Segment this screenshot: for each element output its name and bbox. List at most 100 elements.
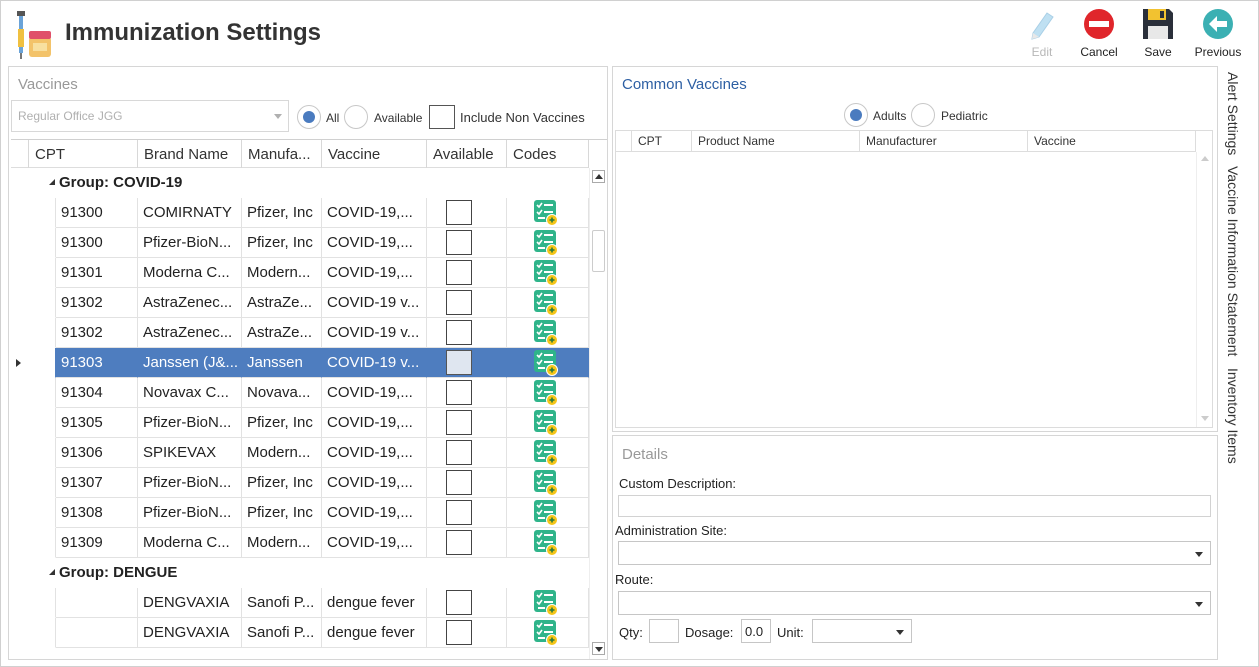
collapse-triangle-icon[interactable] [49,569,55,575]
cell-brand-name: Moderna C... [138,258,242,288]
col-common-vaccine[interactable]: Vaccine [1028,131,1196,152]
table-row[interactable]: DENGVAXIA Sanofi P... dengue fever [11,588,589,618]
grid-header: CPT Brand Name Manufa... Vaccine Availab… [11,140,589,168]
previous-button[interactable]: Previous [1190,7,1246,63]
cell-cpt: 91300 [56,228,138,258]
table-row[interactable]: 91304 Novavax C... Novava... COVID-19,... [11,378,589,408]
codes-checklist-icon[interactable] [534,440,558,466]
collapse-triangle-icon[interactable] [49,179,55,185]
col-vaccine[interactable]: Vaccine [322,140,427,168]
radio-available-label: Available [374,111,423,125]
table-row[interactable]: 91302 AstraZenec... AstraZe... COVID-19 v..… [11,288,589,318]
codes-checklist-icon[interactable] [534,380,558,406]
codes-checklist-icon[interactable] [534,590,558,616]
col-available[interactable]: Available [427,140,507,168]
codes-checklist-icon[interactable] [534,410,558,436]
col-manufacturer[interactable]: Manufa... [242,140,322,168]
dosage-label: Dosage: [685,625,734,640]
available-checkbox[interactable] [446,410,472,435]
available-checkbox[interactable] [446,200,472,225]
table-row[interactable]: 91305 Pfizer-BioN... Pfizer, Inc COVID-19,.… [11,408,589,438]
codes-checklist-icon[interactable] [534,620,558,646]
unit-select[interactable] [812,619,912,643]
col-cpt[interactable]: CPT [29,140,138,168]
group-row[interactable]: Group: DENGUE [11,558,589,588]
codes-checklist-icon[interactable] [534,470,558,496]
administration-site-select[interactable] [618,541,1211,565]
codes-checklist-icon[interactable] [534,500,558,526]
codes-checklist-icon[interactable] [534,260,558,286]
col-codes[interactable]: Codes [507,140,589,168]
cell-vaccine: COVID-19 v... [322,348,427,378]
available-checkbox[interactable] [446,500,472,525]
available-checkbox[interactable] [446,290,472,315]
table-row[interactable]: 91300 COMIRNATY Pfizer, Inc COVID-19,... [11,198,589,228]
cell-manufacturer: Modern... [242,258,322,288]
col-product-name[interactable]: Product Name [692,131,860,152]
edit-button[interactable]: Edit [1014,7,1070,63]
tab-inventory-items[interactable]: Inventory Items [1225,368,1241,464]
table-row[interactable]: 91303 Janssen (J&... Janssen COVID-19 v... [11,348,589,378]
radio-all[interactable] [297,105,321,129]
codes-checklist-icon[interactable] [534,530,558,556]
cancel-icon [1084,9,1114,39]
scroll-up-icon[interactable] [1201,156,1209,161]
codes-checklist-icon[interactable] [534,200,558,226]
codes-checklist-icon[interactable] [534,290,558,316]
cell-manufacturer: AstraZe... [242,288,322,318]
vaccines-scrollbar[interactable] [589,168,607,659]
office-select-value: Regular Office JGG [18,109,123,123]
cell-vaccine: COVID-19,... [322,198,427,228]
table-row[interactable]: DENGVAXIA Sanofi P... dengue fever [11,618,589,648]
scroll-down-icon[interactable] [1201,416,1209,421]
table-row[interactable]: 91306 SPIKEVAX Modern... COVID-19,... [11,438,589,468]
table-row[interactable]: 91309 Moderna C... Modern... COVID-19,... [11,528,589,558]
available-checkbox[interactable] [446,440,472,465]
available-checkbox[interactable] [446,260,472,285]
route-select[interactable] [618,591,1211,615]
available-checkbox[interactable] [446,350,472,375]
table-row[interactable]: 91300 Pfizer-BioN... Pfizer, Inc COVID-19,.… [11,228,589,258]
available-checkbox[interactable] [446,380,472,405]
cell-manufacturer: Janssen [242,348,322,378]
available-checkbox[interactable] [446,320,472,345]
office-select[interactable]: Regular Office JGG [11,100,289,132]
available-checkbox[interactable] [446,530,472,555]
col-common-manufacturer[interactable]: Manufacturer [860,131,1028,152]
dosage-input[interactable]: 0.0 [741,619,771,643]
radio-available[interactable] [344,105,368,129]
available-checkbox[interactable] [446,470,472,495]
tab-vaccine-information-statement[interactable]: Vaccine Information Statement [1225,166,1241,356]
table-row[interactable]: 91307 Pfizer-BioN... Pfizer, Inc COVID-19,.… [11,468,589,498]
cell-vaccine: COVID-19,... [322,228,427,258]
scroll-thumb[interactable] [592,230,605,272]
scroll-down-button[interactable] [592,642,605,655]
available-checkbox[interactable] [446,230,472,255]
codes-checklist-icon[interactable] [534,350,558,376]
cancel-button[interactable]: Cancel [1071,7,1127,63]
codes-checklist-icon[interactable] [534,230,558,256]
table-row[interactable]: 91308 Pfizer-BioN... Pfizer, Inc COVID-19,.… [11,498,589,528]
table-row[interactable]: 91302 AstraZenec... AstraZe... COVID-19 v..… [11,318,589,348]
scroll-up-button[interactable] [592,170,605,183]
available-checkbox[interactable] [446,620,472,645]
codes-checklist-icon[interactable] [534,320,558,346]
radio-pediatric-label: Pediatric [941,109,988,123]
col-brand-name[interactable]: Brand Name [138,140,242,168]
available-checkbox[interactable] [446,590,472,615]
cell-cpt: 91308 [56,498,138,528]
radio-pediatric[interactable] [911,103,935,127]
radio-adults[interactable] [844,103,868,127]
cell-manufacturer: Novava... [242,378,322,408]
custom-description-input[interactable] [618,495,1211,517]
col-common-cpt[interactable]: CPT [632,131,692,152]
save-button[interactable]: Save [1130,7,1186,63]
qty-input[interactable] [649,619,679,643]
common-scrollbar[interactable] [1196,152,1212,427]
cell-brand-name: Pfizer-BioN... [138,408,242,438]
tab-alert-settings[interactable]: Alert Settings [1225,72,1241,155]
include-non-vaccines-checkbox[interactable] [429,105,455,129]
current-row-indicator-icon [16,359,21,367]
table-row[interactable]: 91301 Moderna C... Modern... COVID-19,... [11,258,589,288]
group-row[interactable]: Group: COVID-19 [11,168,589,198]
